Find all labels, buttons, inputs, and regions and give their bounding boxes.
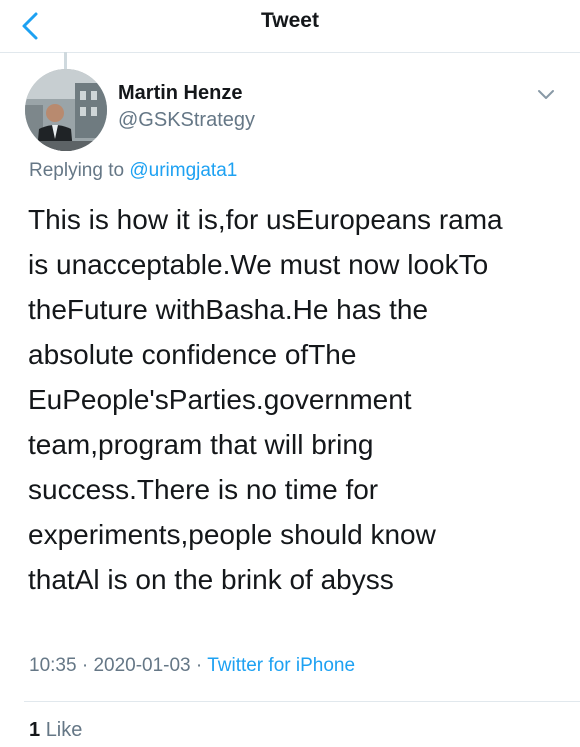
tweet-text: This is how it is,for usEuropeans rama i… (28, 197, 568, 602)
meta-separator: · (195, 655, 203, 676)
author-name[interactable]: Martin Henze (118, 82, 242, 105)
meta-separator: · (81, 655, 89, 676)
divider (24, 701, 580, 702)
profile-photo-icon (25, 69, 107, 151)
thread-connector (64, 52, 67, 70)
tweet-text-line: experiments,people should know (28, 519, 436, 550)
replying-to: Replying to @urimgjata1 (29, 160, 237, 182)
replying-prefix: Replying to (29, 160, 125, 181)
tweet-text-line: This is how it is,for usEuropeans rama (28, 204, 503, 235)
tweet-text-line: absolute confidence ofThe (28, 339, 357, 370)
tweet-text-line: team,program that will bring (28, 429, 374, 460)
author-handle[interactable]: @GSKStrategy (118, 109, 255, 132)
tweet-text-line: EuPeople'sParties.government (28, 384, 412, 415)
replying-handle-link[interactable]: @urimgjata1 (129, 160, 237, 181)
tweet-text-line: success.There is no time for (28, 474, 379, 505)
tweet-meta: 10:35 · 2020-01-03 · Twitter for iPhone (29, 655, 355, 677)
tweet-menu-button[interactable] (534, 86, 558, 104)
page-title: Tweet (261, 9, 319, 32)
tweet-source-link[interactable]: Twitter for iPhone (207, 655, 355, 676)
tweet-text-line: is unacceptable.We must now lookTo (28, 249, 489, 280)
tweet-text-line: thatAl is on the brink of abyss (28, 564, 394, 595)
likes-count[interactable]: 1 Like (29, 719, 82, 742)
tweet-time: 10:35 (29, 655, 77, 676)
chevron-down-icon (538, 90, 554, 99)
top-bar: Tweet (0, 0, 580, 53)
likes-label: Like (45, 719, 83, 741)
tweet-date: 2020-01-03 (93, 655, 191, 676)
avatar[interactable] (25, 69, 107, 151)
likes-number: 1 (29, 719, 41, 741)
tweet-text-line: theFuture withBasha.He has the (28, 294, 429, 325)
